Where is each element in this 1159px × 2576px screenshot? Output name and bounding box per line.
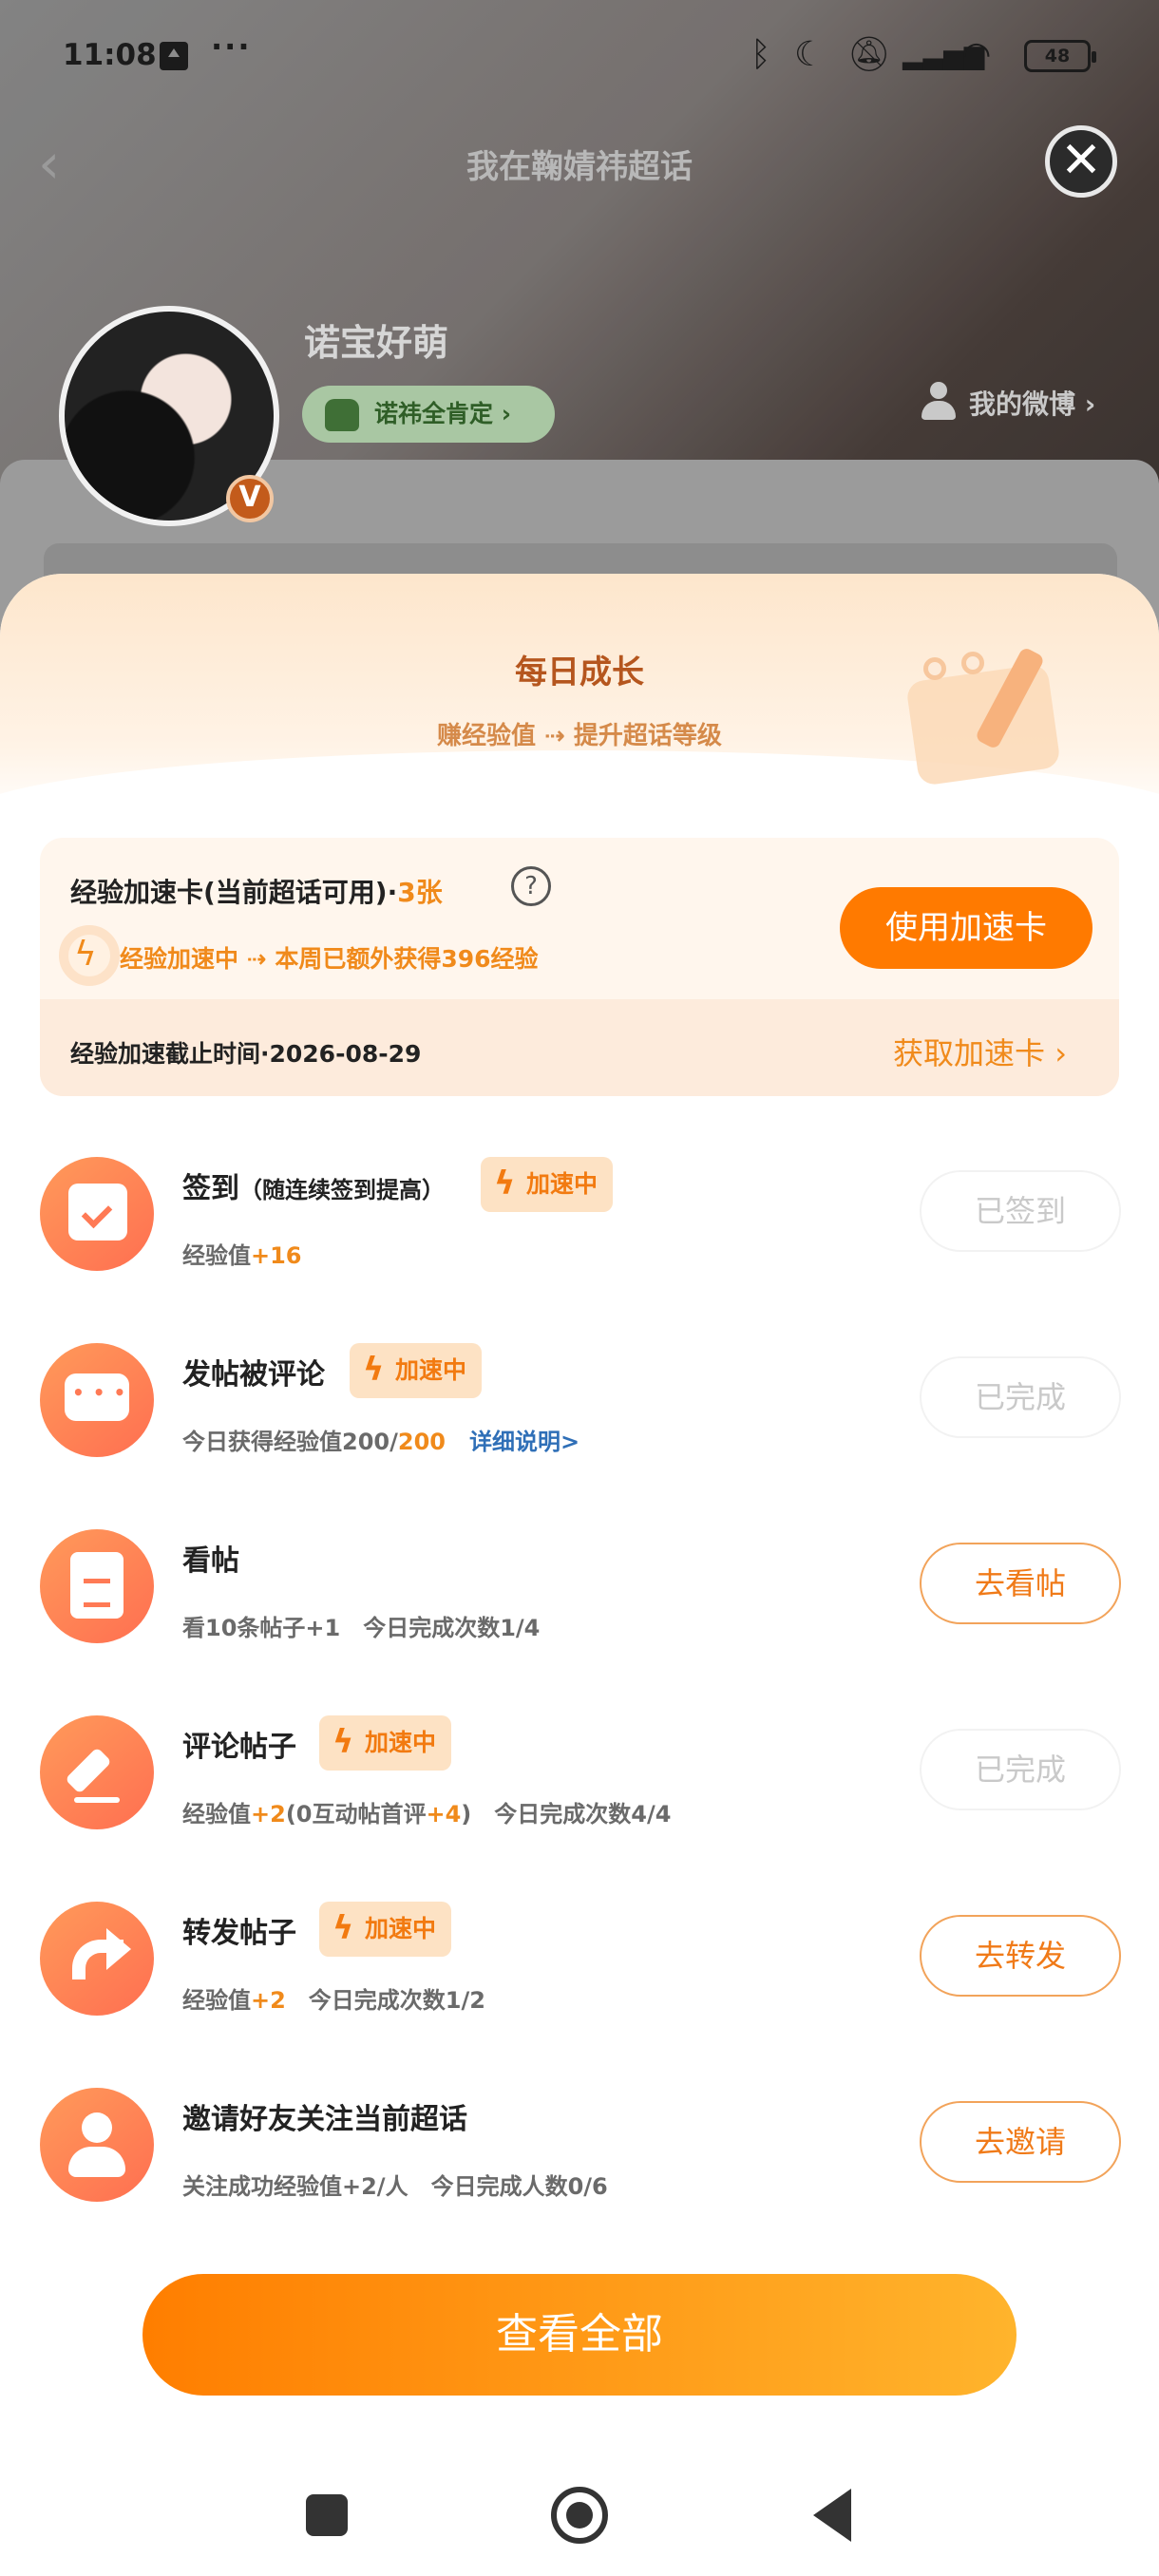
task-row-view-posts: 看帖 看10条帖子+1 今日完成次数1/4 去看帖 (0, 1529, 1159, 1681)
fan-badge-label: 诺祎全肯定 (374, 400, 494, 427)
checkin-calendar-icon (40, 1157, 154, 1271)
view-all-button[interactable]: 查看全部 (142, 2274, 1016, 2396)
topic-title: 我在鞠婧祎超话 (466, 148, 693, 186)
task-desc-text: 今日完成次数1/2 (285, 1987, 485, 2014)
task-exp-value: +16 (251, 1242, 302, 1269)
task-bonus-value: +4 (426, 1801, 462, 1828)
task-name: 签到（随连续签到提高） (182, 1165, 445, 1206)
moon-icon: ☾ (794, 35, 826, 74)
task-exp-value: +2 (251, 1987, 286, 2014)
boosting-tag: ϟ 加速中 (319, 1715, 452, 1771)
completed-button[interactable]: 已完成 (920, 1729, 1121, 1810)
checked-in-button[interactable]: 已签到 (920, 1170, 1121, 1252)
completed-button[interactable]: 已完成 (920, 1356, 1121, 1438)
task-description: 经验值+2 今日完成次数1/2 (182, 1981, 485, 2015)
task-row-repost: 转发帖子 ϟ 加速中 经验值+2 今日完成次数1/2 去转发 (0, 1902, 1159, 2054)
task-title: 签到 (182, 1172, 239, 1205)
task-row-comment-posts: 评论帖子 ϟ 加速中 经验值+2(0互动帖首评+4) 今日完成次数4/4 已完成 (0, 1715, 1159, 1867)
my-weibo-link[interactable]: 我的微博 › (918, 384, 1095, 422)
boost-card: 经验加速卡(当前超话可用)·3张 ? ϟ 经验加速中 ⇢ 本周已额外获得396经… (40, 838, 1119, 1096)
home-icon[interactable] (551, 2487, 608, 2544)
upload-icon (160, 42, 188, 70)
boosting-tag: ϟ 加速中 (481, 1157, 614, 1212)
share-arrow-icon (40, 1902, 154, 2016)
get-boost-card-label: 获取加速卡 (893, 1035, 1046, 1071)
app-screen: 11:08 ··· ᛒ ☾ 🔕︎ ▂▃▅▆ ◠ 48 ‹ 我在鞠婧祎超话 ✕ V… (0, 0, 1159, 2576)
system-nav-bar (0, 2460, 1159, 2576)
task-title: 发帖被评论 (182, 1358, 325, 1392)
task-desc-text: 经验值 (182, 1987, 251, 2014)
document-icon (40, 1529, 154, 1643)
go-view-posts-button[interactable]: 去看帖 (920, 1543, 1121, 1624)
user-icon (40, 2088, 154, 2202)
task-note: （随连续签到提高） (239, 1177, 445, 1203)
boosting-tag-label: 加速中 (526, 1170, 598, 1198)
task-description: 看10条帖子+1 今日完成次数1/4 (182, 1615, 541, 1641)
go-invite-button[interactable]: 去邀请 (920, 2101, 1121, 2183)
help-icon[interactable]: ? (511, 866, 551, 906)
more-dots-icon: ··· (211, 28, 252, 65)
boost-status: 经验加速中 ⇢ 本周已额外获得396经验 (120, 945, 539, 973)
my-weibo-label: 我的微博 (969, 388, 1076, 420)
fan-badge[interactable]: 诺祎全肯定 › (302, 386, 555, 443)
recent-apps-icon[interactable] (306, 2494, 348, 2536)
boosting-tag: ϟ 加速中 (350, 1343, 483, 1398)
task-desc-text: 经验值 (182, 1242, 251, 1269)
status-time: 11:08 (63, 38, 157, 72)
wifi-icon: ◠ (961, 35, 992, 74)
use-boost-card-button[interactable]: 使用加速卡 (840, 887, 1092, 969)
lightning-icon: ϟ (363, 1351, 385, 1389)
boost-card-title-text: 经验加速卡(当前超话可用)· (70, 877, 398, 908)
task-description: 今日获得经验值200/200 详细说明> (182, 1423, 580, 1456)
boosting-tag: ϟ 加速中 (319, 1902, 452, 1957)
task-exp-value: 200 (397, 1429, 446, 1455)
lightning-icon: ϟ (332, 1909, 354, 1947)
get-boost-card-link[interactable]: 获取加速卡 › (893, 1030, 1067, 1073)
task-description: 关注成功经验值+2/人 今日完成人数0/6 (182, 2173, 608, 2200)
task-row-checkin: 签到（随连续签到提高） ϟ 加速中 经验值+16 已签到 (0, 1157, 1159, 1309)
mute-icon: 🔕︎ (847, 35, 891, 74)
task-desc-text: ) 今日完成次数4/4 (461, 1801, 672, 1828)
task-title: 评论帖子 (182, 1731, 296, 1764)
task-desc-text: 经验值 (182, 1801, 251, 1828)
back-icon[interactable] (813, 2489, 851, 2542)
task-row-invite: 邀请好友关注当前超话 关注成功经验值+2/人 今日完成人数0/6 去邀请 (0, 2088, 1159, 2240)
boost-deadline: 经验加速截止时间·2026-08-29 (70, 1040, 422, 1068)
task-title: 转发帖子 (182, 1917, 296, 1950)
user-name: 诺宝好萌 (304, 322, 449, 364)
go-repost-button[interactable]: 去转发 (920, 1915, 1121, 1997)
task-description: 经验值+2(0互动帖首评+4) 今日完成次数4/4 (182, 1795, 671, 1828)
boost-card-count: 3张 (397, 877, 443, 908)
task-exp-value: +2 (251, 1801, 286, 1828)
bluetooth-icon: ᛒ (750, 35, 771, 74)
boosting-tag-label: 加速中 (365, 1729, 437, 1756)
boost-card-title: 经验加速卡(当前超话可用)·3张 (70, 872, 443, 910)
status-bar: 11:08 ··· ᛒ ☾ 🔕︎ ▂▃▅▆ ◠ 48 (0, 0, 1159, 114)
lightning-icon: ϟ (494, 1165, 516, 1203)
calendar-pencil-icon (902, 636, 1083, 788)
lightning-icon: ϟ (74, 935, 97, 974)
lightning-icon: ϟ (332, 1723, 354, 1761)
task-description: 经验值+16 (182, 1237, 302, 1270)
close-icon[interactable]: ✕ (1045, 125, 1117, 198)
battery-icon: 48 (1024, 40, 1096, 72)
comment-bubble-icon (40, 1343, 154, 1457)
boosting-tag-label: 加速中 (395, 1356, 467, 1384)
task-title: 看帖 (182, 1544, 239, 1578)
task-row-post-commented: 发帖被评论 ϟ 加速中 今日获得经验值200/200 详细说明> 已完成 (0, 1343, 1159, 1495)
task-desc-text: 今日获得经验值200/ (182, 1429, 398, 1455)
task-desc-text: (0互动帖首评 (285, 1801, 427, 1828)
cat-icon (325, 399, 359, 431)
boosting-tag-label: 加速中 (365, 1915, 437, 1942)
details-link[interactable]: 详细说明> (469, 1429, 580, 1455)
edit-pen-icon (40, 1715, 154, 1829)
task-title: 邀请好友关注当前超话 (182, 2103, 467, 2136)
verified-badge: V (226, 475, 274, 522)
